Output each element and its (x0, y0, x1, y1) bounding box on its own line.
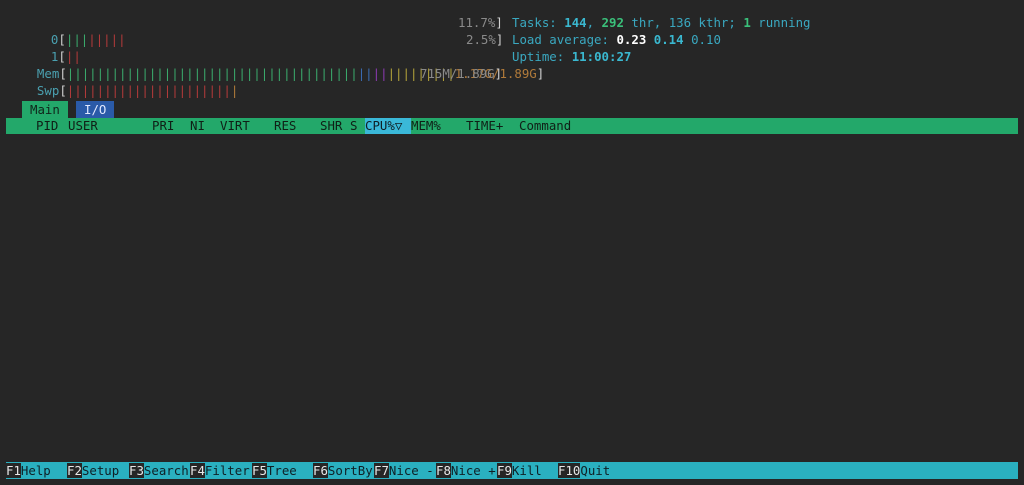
fkey-nice-plus[interactable]: F8Nice + (436, 462, 496, 479)
uptime-value: 11:00:27 (571, 49, 632, 64)
column-command[interactable]: Command (519, 118, 571, 134)
fkey-search-key: F3 (129, 463, 144, 478)
swp-meter: Swp[||||||||||||||||||||||| (36, 83, 239, 98)
column-user[interactable]: USER (68, 118, 98, 134)
column-time[interactable]: TIME+ (466, 118, 503, 134)
fkey-filter-label: Filter (204, 463, 250, 478)
process-table-header: PID USER PRI NI VIRT RES SHR S CPU%▽ MEM… (6, 118, 1018, 134)
fkey-tree-key: F5 (252, 463, 267, 478)
fkey-quit[interactable]: F10Quit (558, 462, 610, 479)
tasks-count: 144 (564, 15, 587, 30)
tasks-label: Tasks: (512, 15, 557, 30)
fkey-sortby[interactable]: F6SortBy (313, 462, 373, 479)
fkey-nice-minus-label: Nice - (388, 463, 434, 478)
running-label: running (758, 15, 811, 30)
load-line: Load average: 0.23 0.14 0.10 (512, 31, 721, 48)
column-mem[interactable]: MEM% (411, 118, 441, 134)
tasks-line: Tasks: 144, 292 thr, 136 kthr; 1 running (512, 15, 811, 30)
column-pri[interactable]: PRI (152, 118, 174, 134)
tab-main[interactable]: Main (22, 101, 68, 118)
fkey-search[interactable]: F3Search (129, 462, 189, 479)
kthreads: 136 kthr; (668, 15, 736, 30)
fkey-search-label: Search (143, 463, 189, 478)
fkey-sortby-label: SortBy (327, 463, 373, 478)
fkey-kill-key: F9 (497, 463, 512, 478)
column-cpu-label: CPU% (365, 118, 395, 133)
cpu1-value: 2.5%] (466, 32, 504, 47)
fkey-sortby-key: F6 (313, 463, 328, 478)
column-ni[interactable]: NI (190, 118, 205, 134)
uptime-label: Uptime: (512, 49, 565, 64)
column-cpu-sorted[interactable]: CPU%▽ (365, 118, 411, 134)
fkey-nice-plus-key: F8 (436, 463, 451, 478)
fkey-nice-minus-key: F7 (374, 463, 389, 478)
cpu0-percent: 11.7% (458, 15, 496, 30)
fkey-nice-plus-label: Nice + (450, 463, 496, 478)
fkey-filter[interactable]: F4Filter (190, 462, 250, 479)
threads-label: thr, (631, 15, 662, 30)
fkey-help[interactable]: F1Help (6, 462, 51, 479)
fkey-quit-key: F10 (558, 463, 581, 478)
fkey-setup-label: Setup (81, 463, 120, 478)
load-5min: 0.14 (653, 32, 684, 47)
fkey-kill[interactable]: F9Kill (497, 462, 542, 479)
fkey-tree[interactable]: F5Tree (252, 462, 297, 479)
cpu1-percent: 2.5% (466, 32, 496, 47)
function-key-bar: F1Help F2Setup F3Search F4Filter F5Tree … (6, 462, 1018, 479)
load-1min: 0.23 (616, 32, 647, 47)
swp-label: Swp (36, 83, 60, 98)
fkey-tree-label: Tree (266, 463, 297, 478)
load-15min: 0.10 (691, 32, 721, 47)
fkey-help-label: Help (20, 463, 51, 478)
fkey-quit-label: Quit (580, 463, 611, 478)
cpu0-value: 11.7%] (458, 15, 503, 30)
swp-value-wrap: 715M/1.89G] (420, 66, 503, 81)
fkey-setup-key: F2 (67, 463, 82, 478)
threads-count: 292 (601, 15, 624, 30)
fkey-setup[interactable]: F2Setup (67, 462, 119, 479)
uptime-line: Uptime: 11:00:27 (512, 48, 631, 65)
running-count: 1 (743, 15, 751, 30)
column-virt[interactable]: VIRT (220, 118, 250, 134)
column-res[interactable]: RES (274, 118, 296, 134)
column-state[interactable]: S (350, 118, 357, 134)
sort-desc-icon: ▽ (394, 118, 403, 133)
fkey-help-key: F1 (6, 463, 21, 478)
fkey-filter-key: F4 (190, 463, 205, 478)
fkey-kill-label: Kill (511, 463, 542, 478)
tab-io[interactable]: I/O (76, 101, 115, 118)
swp-value: 715M/1.89G (420, 66, 495, 81)
column-pid[interactable]: PID (36, 118, 58, 134)
fkey-nice-minus[interactable]: F7Nice - (374, 462, 434, 479)
load-label: Load average: (512, 32, 609, 47)
column-shr[interactable]: SHR (320, 118, 342, 134)
